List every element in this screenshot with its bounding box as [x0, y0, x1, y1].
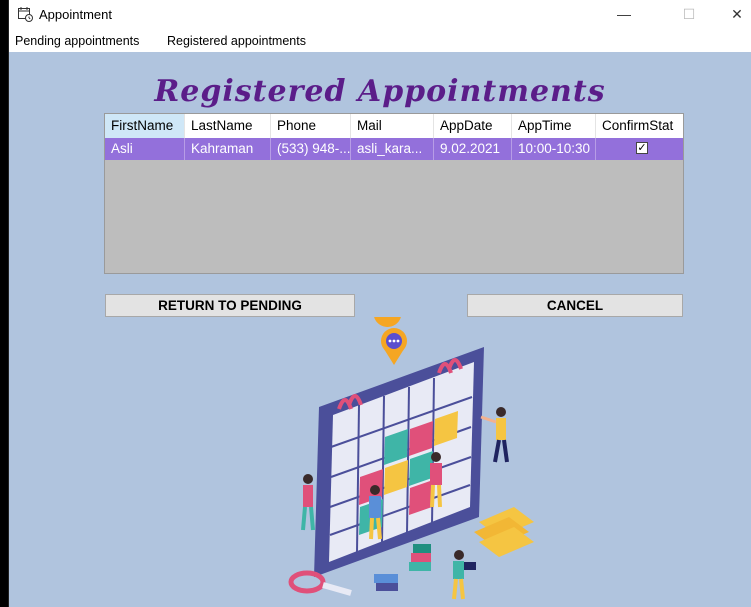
- cell-appdate[interactable]: 9.02.2021: [434, 138, 512, 160]
- menu-bar: Pending appointments Registered appointm…: [9, 30, 751, 52]
- column-header-firstname[interactable]: FirstName: [105, 114, 185, 138]
- calendar-illustration: [288, 317, 534, 600]
- column-header-apptime[interactable]: AppTime: [512, 114, 596, 138]
- calendar-app-icon: [17, 6, 33, 22]
- calendar-board: [314, 347, 484, 577]
- cancel-button[interactable]: CANCEL: [467, 294, 683, 317]
- person-pointing-figure: [480, 407, 509, 463]
- title-bar: Appointment — ☐ ✕: [9, 0, 751, 30]
- person-laptop-figure: [452, 550, 476, 600]
- column-header-mail[interactable]: Mail: [351, 114, 434, 138]
- column-header-confirmstat[interactable]: ConfirmStat: [596, 114, 683, 138]
- minimize-icon[interactable]: —: [604, 3, 644, 25]
- magnifier-icon: [288, 570, 352, 596]
- cell-confirmstat[interactable]: ✓: [596, 138, 683, 160]
- menu-pending-appointments[interactable]: Pending appointments: [15, 34, 139, 48]
- page-title: Registered Appointments: [154, 74, 606, 109]
- app-window: Appointment — ☐ ✕ Pending appointments R…: [8, 0, 751, 607]
- cell-mail[interactable]: asli_kara...: [351, 138, 434, 160]
- column-header-appdate[interactable]: AppDate: [434, 114, 512, 138]
- cell-lastname[interactable]: Kahraman: [185, 138, 271, 160]
- cell-firstname[interactable]: Asli: [105, 138, 185, 160]
- menu-registered-appointments[interactable]: Registered appointments: [167, 34, 306, 48]
- cell-phone[interactable]: (533) 948-...: [271, 138, 351, 160]
- column-header-lastname[interactable]: LastName: [185, 114, 271, 138]
- envelope-stack: [474, 507, 534, 557]
- column-header-phone[interactable]: Phone: [271, 114, 351, 138]
- table-row[interactable]: Asli Kahraman (533) 948-... asli_kara...…: [105, 138, 683, 160]
- grid-header: FirstName LastName Phone Mail AppDate Ap…: [105, 114, 683, 139]
- close-icon[interactable]: ✕: [723, 3, 751, 25]
- window-title: Appointment: [39, 7, 112, 22]
- person-left-figure: [301, 474, 315, 531]
- return-to-pending-button[interactable]: RETURN TO PENDING: [105, 294, 355, 317]
- checkbox-checked-icon[interactable]: ✓: [636, 142, 648, 154]
- location-pin-icon: [374, 317, 407, 365]
- maximize-icon[interactable]: ☐: [669, 3, 709, 25]
- appointments-grid[interactable]: FirstName LastName Phone Mail AppDate Ap…: [104, 113, 684, 274]
- cell-apptime[interactable]: 10:00-10:30: [512, 138, 596, 160]
- main-panel: Registered Appointments FirstName LastNa…: [9, 52, 751, 607]
